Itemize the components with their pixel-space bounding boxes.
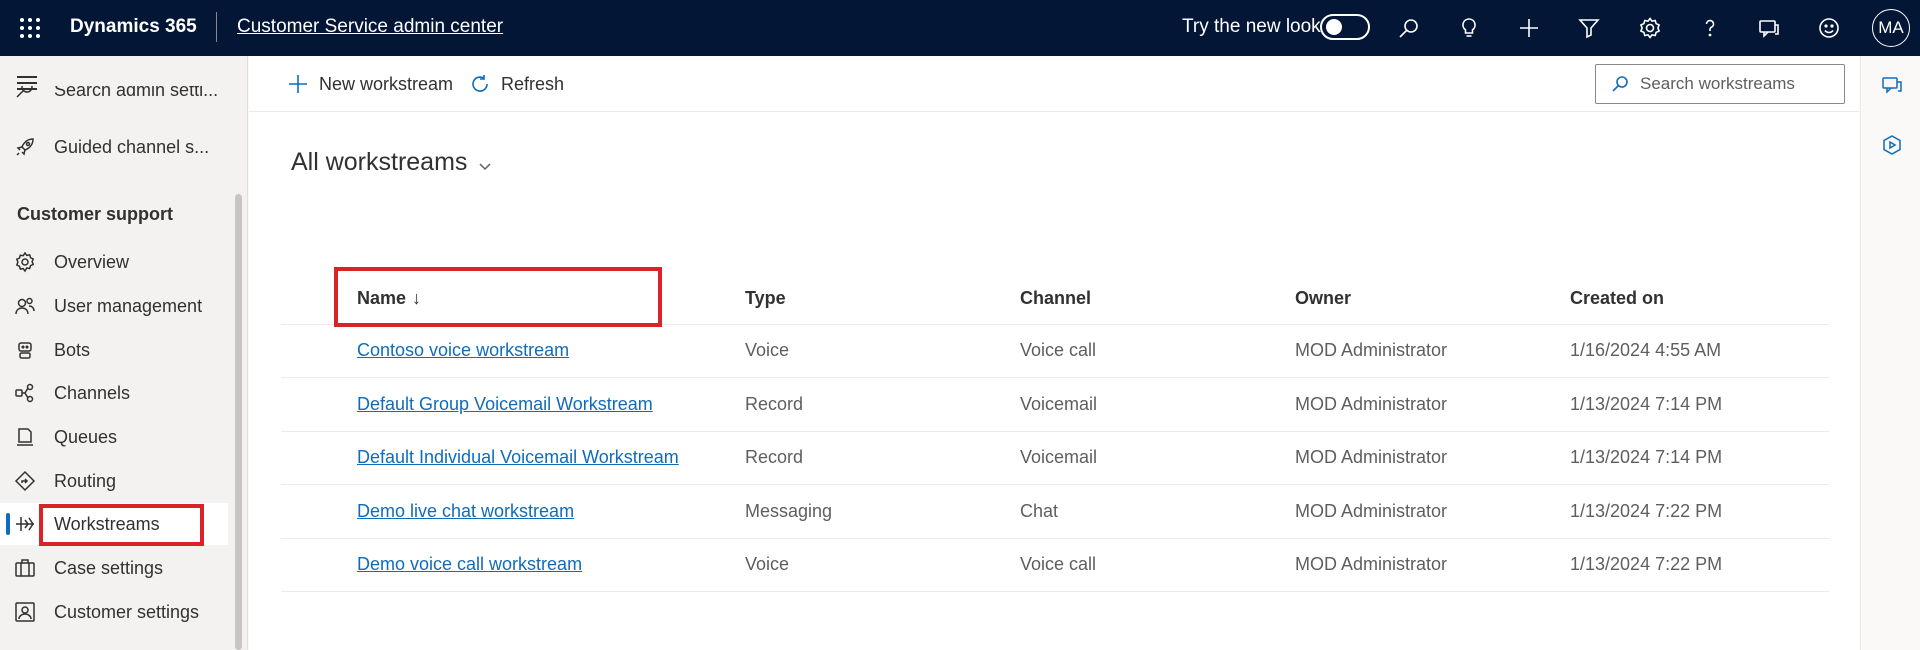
sidebar-scrollbar[interactable] <box>235 194 242 650</box>
owner-cell: MOD Administrator <box>1295 377 1570 432</box>
new-workstream-button[interactable]: New workstream <box>287 70 453 98</box>
created-on-cell: 1/13/2024 7:22 PM <box>1570 484 1829 539</box>
sort-descending-icon: ↓ <box>412 288 422 309</box>
brand-title[interactable]: Dynamics 365 <box>70 16 197 38</box>
sidebar-item-user-management[interactable]: User management <box>0 285 228 327</box>
app-launcher-icon[interactable] <box>14 12 46 44</box>
view-title: All workstreams <box>291 148 468 176</box>
select-column-header <box>281 274 357 325</box>
gear-overview-icon <box>14 251 36 273</box>
plus-icon[interactable] <box>1511 10 1547 46</box>
owner-cell: MOD Administrator <box>1295 538 1570 592</box>
sidebar-item-overview[interactable]: Overview <box>0 241 228 283</box>
table-row[interactable]: Contoso voice workstream Voice Voice cal… <box>281 324 1829 378</box>
type-cell: Voice <box>745 538 1020 592</box>
customer-icon <box>14 601 36 623</box>
workstreams-table: Name ↓ Type Channel Owner Created on Cont… <box>281 274 1829 592</box>
sidebar-item-channels[interactable]: Channels <box>0 372 228 414</box>
workstream-link[interactable]: Demo live chat workstream <box>357 501 574 521</box>
search-input[interactable] <box>1640 72 1836 96</box>
owner-cell: MOD Administrator <box>1295 324 1570 378</box>
channel-cell: Voicemail <box>1020 431 1295 485</box>
type-cell: Record <box>745 431 1020 485</box>
workstream-link[interactable]: Default Individual Voicemail Workstream <box>357 447 679 467</box>
column-header-name[interactable]: Name ↓ <box>357 274 745 325</box>
plus-icon <box>289 75 307 93</box>
chevron-down-icon <box>479 162 491 170</box>
main-content: New workstream Refresh All workstreams N… <box>249 56 1859 650</box>
sidebar-item-search-admin[interactable]: Search admin setti... <box>0 86 228 110</box>
sidebar-item-routing[interactable]: Routing <box>0 460 228 502</box>
refresh-button[interactable]: Refresh <box>469 70 564 98</box>
channels-icon <box>14 382 36 404</box>
workstream-link[interactable]: Contoso voice workstream <box>357 340 569 360</box>
help-icon[interactable] <box>1692 10 1728 46</box>
column-header-type[interactable]: Type <box>745 274 1020 325</box>
created-on-cell: 1/16/2024 4:55 AM <box>1570 324 1829 378</box>
divider <box>216 12 217 42</box>
sidebar-item-workstreams[interactable]: Workstreams <box>0 503 228 545</box>
sidebar: Search admin setti... Guided channel s..… <box>0 56 248 650</box>
owner-cell: MOD Administrator <box>1295 431 1570 485</box>
routing-icon <box>14 470 36 492</box>
channel-cell: Voice call <box>1020 538 1295 592</box>
column-header-created-on[interactable]: Created on <box>1570 274 1829 325</box>
command-bar: New workstream Refresh <box>249 56 1859 112</box>
table-row[interactable]: Demo live chat workstream Messaging Chat… <box>281 484 1829 539</box>
workstream-link[interactable]: Default Group Voicemail Workstream <box>357 394 653 414</box>
created-on-cell: 1/13/2024 7:14 PM <box>1570 377 1829 432</box>
search-box[interactable] <box>1595 64 1845 104</box>
view-selector[interactable]: All workstreams <box>291 148 493 177</box>
app-name-link[interactable]: Customer Service admin center <box>237 16 503 38</box>
search-icon[interactable] <box>1391 10 1427 46</box>
workstream-link[interactable]: Demo voice call workstream <box>357 554 582 574</box>
table-header-row: Name ↓ Type Channel Owner Created on <box>281 274 1829 325</box>
search-icon <box>1612 76 1628 92</box>
section-title-customer-support: Customer support <box>17 204 174 224</box>
top-bar: Dynamics 365 Customer Service admin cent… <box>0 0 1920 56</box>
sidebar-item-queues[interactable]: Queues <box>0 416 228 458</box>
type-cell: Messaging <box>745 484 1020 539</box>
filter-icon[interactable] <box>1571 10 1607 46</box>
channel-cell: Chat <box>1020 484 1295 539</box>
workstream-icon <box>14 513 36 535</box>
bot-icon <box>14 339 36 361</box>
right-rail <box>1860 56 1920 650</box>
case-icon <box>14 557 36 579</box>
type-cell: Voice <box>745 324 1020 378</box>
sidebar-item-guided-channel[interactable]: Guided channel s... <box>0 126 228 168</box>
rocket-icon <box>14 136 36 158</box>
queue-icon <box>14 426 36 448</box>
feedback-icon[interactable] <box>1751 10 1787 46</box>
table-row[interactable]: Default Individual Voicemail Workstream … <box>281 431 1829 485</box>
smiley-icon[interactable] <box>1811 10 1847 46</box>
table-row[interactable]: Default Group Voicemail Workstream Recor… <box>281 377 1829 432</box>
chat-icon[interactable] <box>1881 74 1903 96</box>
try-new-look-label: Try the new look <box>1182 16 1321 37</box>
type-cell: Record <box>745 377 1020 432</box>
new-look-toggle[interactable] <box>1320 14 1370 40</box>
channel-cell: Voice call <box>1020 324 1295 378</box>
table-row[interactable]: Demo voice call workstream Voice Voice c… <box>281 538 1829 592</box>
people-icon <box>14 295 36 317</box>
column-header-channel[interactable]: Channel <box>1020 274 1295 325</box>
created-on-cell: 1/13/2024 7:22 PM <box>1570 538 1829 592</box>
sidebar-item-bots[interactable]: Bots <box>0 329 228 371</box>
gear-icon[interactable] <box>1632 10 1668 46</box>
refresh-icon <box>472 75 488 92</box>
created-on-cell: 1/13/2024 7:14 PM <box>1570 431 1829 485</box>
channel-cell: Voicemail <box>1020 377 1295 432</box>
column-header-owner[interactable]: Owner <box>1295 274 1570 325</box>
copilot-icon[interactable] <box>1881 134 1903 156</box>
avatar[interactable]: MA <box>1872 9 1910 47</box>
sidebar-item-customer-settings[interactable]: Customer settings <box>0 591 228 633</box>
search-icon <box>14 86 36 100</box>
owner-cell: MOD Administrator <box>1295 484 1570 539</box>
sidebar-item-case-settings[interactable]: Case settings <box>0 547 228 589</box>
lightbulb-icon[interactable] <box>1451 10 1487 46</box>
